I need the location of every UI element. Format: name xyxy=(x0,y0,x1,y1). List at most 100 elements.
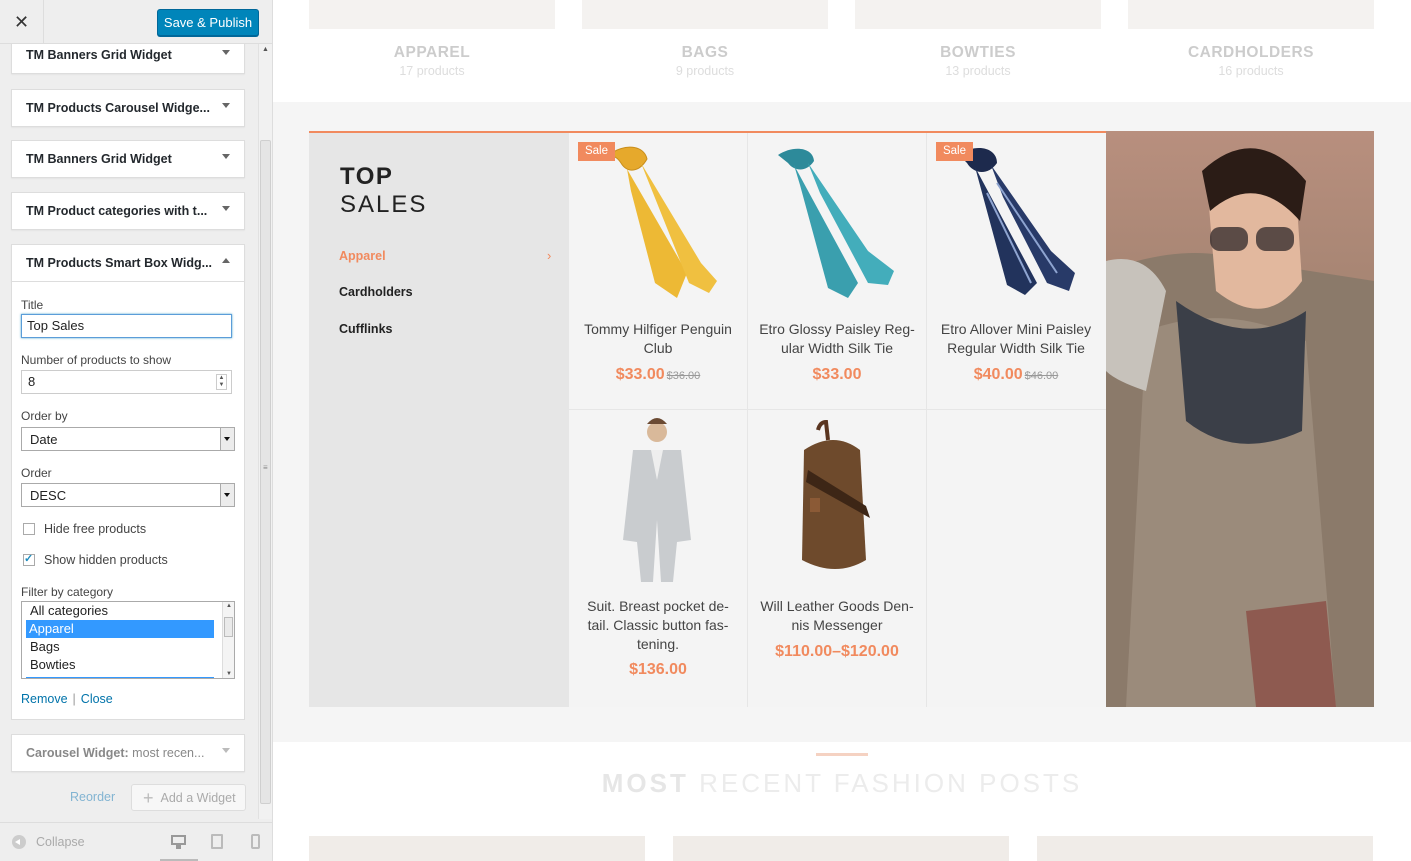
option-all-categories[interactable]: All categories xyxy=(23,602,213,620)
widget-title[interactable]: Carousel Widget: most recen... xyxy=(12,735,244,771)
order-select[interactable]: DESC xyxy=(21,483,235,507)
title-input[interactable]: Top Sales xyxy=(21,314,232,338)
tablet-preview-icon[interactable] xyxy=(209,833,227,851)
post-thumb[interactable] xyxy=(673,836,1009,861)
dropdown-arrow-icon[interactable] xyxy=(220,428,234,450)
hide-free-checkbox[interactable] xyxy=(23,523,35,535)
option-apparel[interactable]: Apparel xyxy=(26,620,214,638)
product-card[interactable]: Suit. Breast pocket de-tail. Classic but… xyxy=(569,410,747,686)
widget-smart-box[interactable]: TM Products Smart Box Widg... xyxy=(11,244,245,282)
listbox-scrollbar[interactable]: ▲ ▼ xyxy=(222,602,234,678)
site-preview: APPAREL 17 products BAGS 9 products BOWT… xyxy=(273,0,1411,861)
dropdown-arrow-icon[interactable] xyxy=(220,484,234,506)
widget-banners-grid-2[interactable]: TM Banners Grid Widget xyxy=(11,140,245,178)
category-name[interactable]: BOWTIES xyxy=(855,44,1101,62)
product-card[interactable]: Sale Etro Allover Mini Paisley Regular W… xyxy=(927,133,1105,409)
teal-tie-image[interactable] xyxy=(748,133,926,313)
show-hidden-row[interactable]: Show hidden products xyxy=(23,552,168,567)
collapse-icon xyxy=(12,835,26,849)
widget-title-text: TM Banners Grid Widget xyxy=(26,152,172,166)
posts-title-bold: MOST xyxy=(601,768,689,798)
category-band: APPAREL 17 products BAGS 9 products BOWT… xyxy=(273,0,1411,102)
close-link[interactable]: Close xyxy=(81,692,113,706)
scroll-down-icon[interactable]: ▼ xyxy=(226,671,232,677)
category-name[interactable]: APPAREL xyxy=(309,44,555,62)
box-title-line1: TOP xyxy=(340,163,394,190)
post-thumb[interactable] xyxy=(1037,836,1373,861)
widget-carousel-recent[interactable]: Carousel Widget: most recen... xyxy=(11,734,245,772)
scroll-thumb[interactable] xyxy=(224,617,233,637)
remove-link[interactable]: Remove xyxy=(21,692,68,706)
category-count: 17 products xyxy=(399,64,465,78)
widget-title[interactable]: TM Products Carousel Widge... xyxy=(12,90,244,126)
widget-title-text: Carousel Widget: most recen... xyxy=(26,746,204,760)
chevron-down-icon[interactable] xyxy=(222,206,230,211)
category-thumb[interactable] xyxy=(855,0,1101,29)
number-input[interactable]: 8 ▲ ▼ xyxy=(21,370,232,394)
hero-model-image[interactable] xyxy=(1106,131,1374,707)
product-price: $40.00 $46.00 xyxy=(927,366,1105,384)
suit-image[interactable] xyxy=(569,410,747,590)
show-hidden-checkbox[interactable] xyxy=(23,552,35,566)
orderby-select[interactable]: Date xyxy=(21,427,235,451)
widget-title[interactable]: TM Banners Grid Widget xyxy=(12,44,244,73)
product-name[interactable]: Etro Allover Mini Paisley Regular Width … xyxy=(935,320,1097,358)
smart-box-menu: TOP SALES Apparel › Cardholders Cufflink… xyxy=(309,133,569,707)
category-thumb[interactable] xyxy=(1128,0,1374,29)
widget-products-carousel[interactable]: TM Products Carousel Widge... xyxy=(11,89,245,127)
product-card[interactable]: Sale Tommy Hilfiger Penguin Club $33.00 $… xyxy=(569,133,747,409)
menu-item-cufflinks[interactable]: Cufflinks xyxy=(339,322,392,336)
option-bags[interactable]: Bags xyxy=(23,638,213,656)
option-bowties[interactable]: Bowties xyxy=(23,656,213,674)
save-publish-button[interactable]: Save & Publish xyxy=(157,9,259,36)
mobile-preview-icon[interactable] xyxy=(248,833,266,851)
add-widget-button[interactable]: + Add a Widget xyxy=(131,784,246,811)
posts-title-rest: RECENT FASHION POSTS xyxy=(699,768,1083,798)
chevron-down-icon[interactable] xyxy=(222,748,230,753)
product-card[interactable]: Will Leather Goods Den-nis Messenger $11… xyxy=(748,410,926,686)
product-name[interactable]: Will Leather Goods Den-nis Messenger xyxy=(756,597,918,635)
chevron-down-icon[interactable] xyxy=(222,103,230,108)
product-name[interactable]: Suit. Breast pocket de-tail. Classic but… xyxy=(577,597,739,654)
post-thumb[interactable] xyxy=(309,836,645,861)
chevron-up-icon[interactable] xyxy=(222,258,230,263)
price-old: $46.00 xyxy=(1024,370,1059,382)
orderby-label: Order by xyxy=(21,409,68,423)
reorder-link[interactable]: Reorder xyxy=(70,790,115,804)
order-value: DESC xyxy=(30,488,67,503)
widget-title[interactable]: TM Products Smart Box Widg... xyxy=(12,245,244,281)
scroll-thumb[interactable]: ≡ xyxy=(260,140,271,804)
number-value: 8 xyxy=(28,374,36,389)
category-name[interactable]: CARDHOLDERS xyxy=(1128,44,1374,62)
category-thumb[interactable] xyxy=(582,0,828,29)
hide-free-row[interactable]: Hide free products xyxy=(23,522,146,536)
category-count: 16 products xyxy=(1218,64,1284,78)
widget-banners-grid-1[interactable]: TM Banners Grid Widget xyxy=(11,44,245,74)
category-name[interactable]: BAGS xyxy=(582,44,828,62)
widget-product-categories[interactable]: TM Product categories with t... xyxy=(11,192,245,230)
product-card[interactable]: Etro Glossy Paisley Reg-ular Width Silk … xyxy=(748,133,926,409)
scroll-up-icon[interactable]: ▲ xyxy=(259,44,272,56)
collapse-button[interactable]: Collapse xyxy=(12,835,85,849)
desktop-preview-icon[interactable] xyxy=(170,833,188,851)
messenger-bag-image[interactable] xyxy=(748,410,926,590)
menu-item-apparel[interactable]: Apparel xyxy=(339,249,386,263)
chevron-down-icon[interactable] xyxy=(222,50,230,55)
menu-item-cardholders[interactable]: Cardholders xyxy=(339,285,413,299)
widget-title[interactable]: TM Banners Grid Widget xyxy=(12,141,244,177)
category-thumb[interactable] xyxy=(309,0,555,29)
product-name[interactable]: Etro Glossy Paisley Reg-ular Width Silk … xyxy=(756,320,918,358)
sidebar-scrollbar[interactable]: ▲ ≡ xyxy=(258,44,272,819)
widget-title[interactable]: TM Product categories with t... xyxy=(12,193,244,229)
widget-title-text: TM Banners Grid Widget xyxy=(26,48,172,62)
chevron-down-icon[interactable] xyxy=(222,154,230,159)
category-multiselect[interactable]: All categories Apparel Bags Bowties ▲ ▼ xyxy=(21,601,235,679)
scroll-up-icon[interactable]: ▲ xyxy=(226,603,232,609)
separator: | xyxy=(72,692,76,706)
spinner-icon[interactable]: ▲ ▼ xyxy=(216,374,227,390)
product-name[interactable]: Tommy Hilfiger Penguin Club xyxy=(577,320,739,358)
customizer-sidebar: ✕ Save & Publish TM Banners Grid Widget … xyxy=(0,0,273,861)
category-count: 9 products xyxy=(675,64,735,78)
close-icon[interactable]: ✕ xyxy=(0,0,44,44)
plus-icon: + xyxy=(143,787,154,808)
